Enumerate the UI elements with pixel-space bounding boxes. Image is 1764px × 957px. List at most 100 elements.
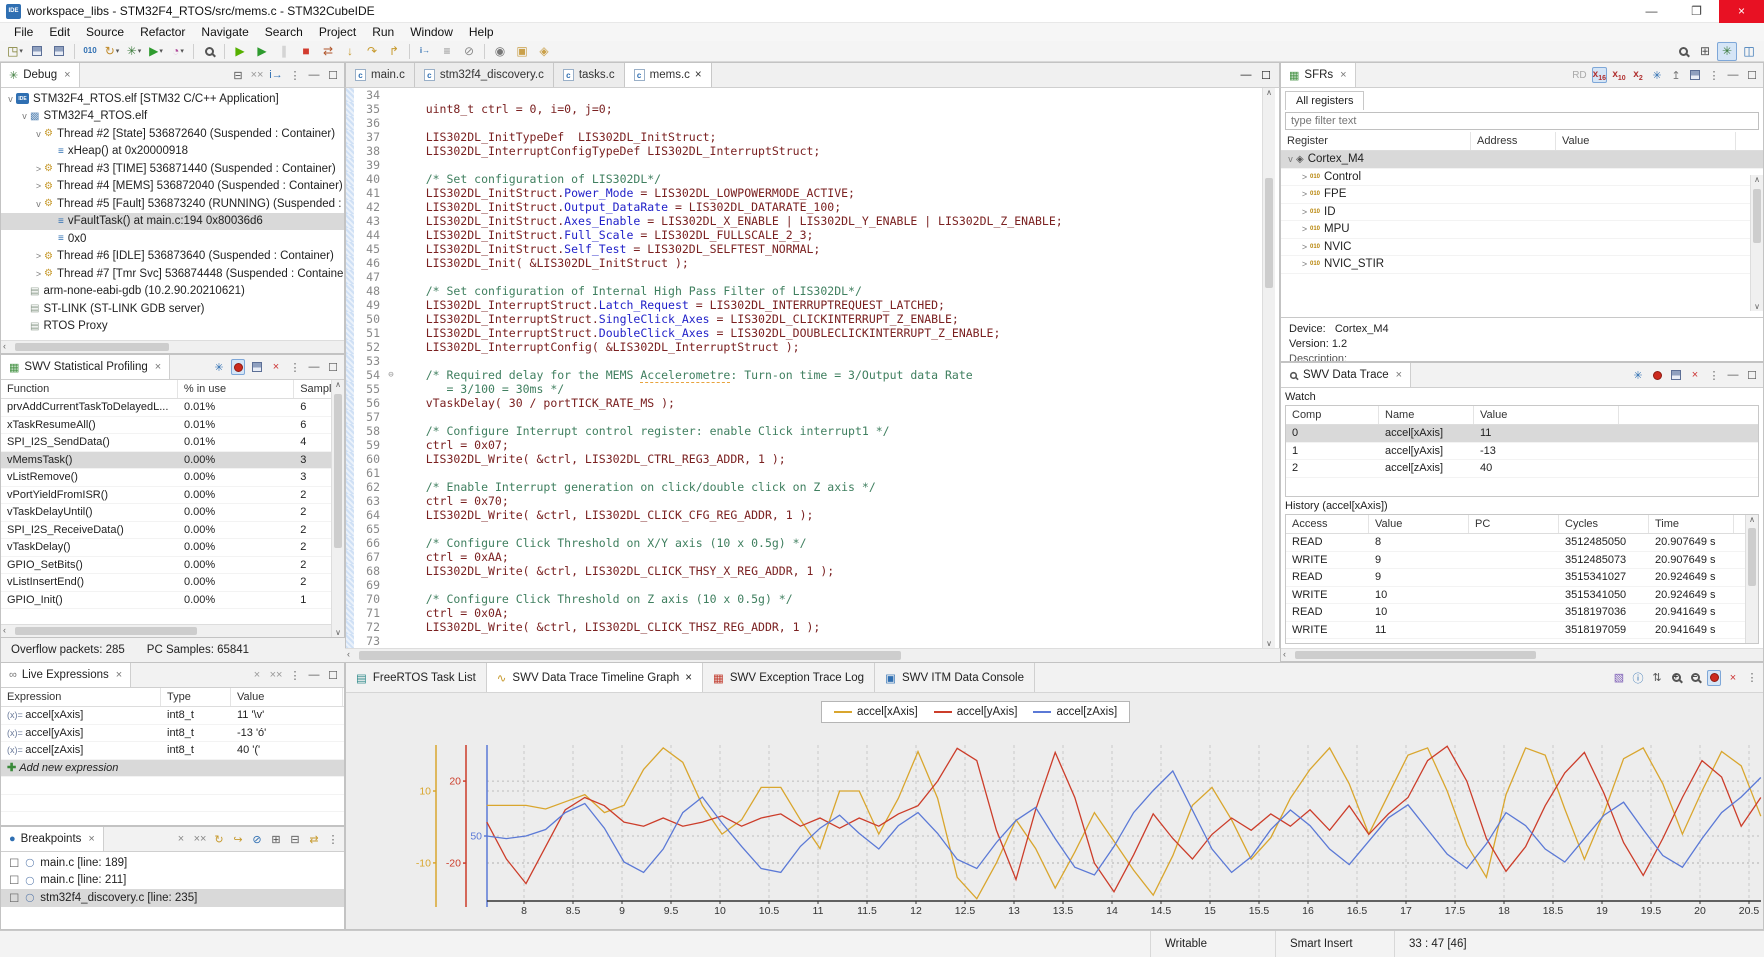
live-expression-row[interactable]: (x)= accel[xAxis]int8_t11 '\v' <box>1 707 344 725</box>
close-icon[interactable]: × <box>1340 69 1346 81</box>
debug-tree-node[interactable]: ≡xHeap() at 0x20000918 <box>1 143 344 161</box>
terminate-icon[interactable]: ■ <box>296 42 316 61</box>
editor-line[interactable]: 60 LIS302DL_Write( &ctrl, LIS302DL_CTRL_… <box>346 452 1279 466</box>
minimize-icon[interactable]: — <box>307 67 321 83</box>
editor-line[interactable]: 66 /* Configure Click Threshold on X/Y a… <box>346 536 1279 550</box>
minimize-icon[interactable]: — <box>1726 367 1740 383</box>
datatrace-hscrollbar[interactable]: ‹ <box>1281 648 1763 661</box>
editor-line[interactable]: 59 ctrl = 0x07; <box>346 438 1279 452</box>
column-header-expression[interactable]: Expression <box>1 688 161 706</box>
debug-tree-node[interactable]: ≡vFaultTask() at main.c:194 0x80036d6 <box>1 213 344 231</box>
history-row[interactable]: READ9351534102720.924649 s <box>1286 569 1758 587</box>
expand-icon[interactable]: > <box>1299 189 1310 199</box>
editor-line[interactable]: 41 LIS302DL_InitStruct.Power_Mode = LIS3… <box>346 186 1279 200</box>
minimize-icon[interactable]: — <box>307 667 321 683</box>
column-header-value[interactable]: Value <box>1369 515 1469 533</box>
collapse-all-icon[interactable]: ⊟ <box>231 67 245 83</box>
expand-all-icon[interactable]: ⊞ <box>269 831 283 847</box>
profiling-row[interactable]: vListRemove()0.00%3 <box>1 469 344 487</box>
debug-tree-node[interactable]: v⚙Thread #2 [State] 536872640 (Suspended… <box>1 125 344 143</box>
profile-icon[interactable]: ◔▾ <box>168 42 188 61</box>
view-menu-icon[interactable]: ⋮ <box>288 67 302 83</box>
editor-line[interactable]: 44 LIS302DL_InitStruct.Full_Scale = LIS3… <box>346 228 1279 242</box>
close-graph-icon[interactable]: × <box>1726 670 1740 686</box>
editor-line[interactable]: 56 vTaskDelay( 30 / portTICK_RATE_MS ); <box>346 396 1279 410</box>
profiling-row[interactable]: SPI_I2S_ReceiveData()0.00%2 <box>1 522 344 540</box>
start-trace-icon[interactable] <box>231 359 245 375</box>
editor-line[interactable]: 64 LIS302DL_Write( &ctrl, LIS302DL_CLICK… <box>346 508 1279 522</box>
column-header-value[interactable]: Value <box>231 688 343 706</box>
editor-tab-tasks-c[interactable]: ctasks.c <box>554 63 625 87</box>
profiling-row[interactable]: vListInsertEnd()0.00%2 <box>1 574 344 592</box>
collapse-icon[interactable]: v <box>1285 154 1296 164</box>
editor-line[interactable]: 37 LIS302DL_InitTypeDef LIS302DL_InitStr… <box>346 130 1279 144</box>
menu-search[interactable]: Search <box>257 25 311 39</box>
chart-canvas[interactable]: 10-1020-205088.599.51010.51111.51212.513… <box>346 693 1763 917</box>
step-into-icon[interactable]: ↓ <box>340 42 360 61</box>
tab-sfrs[interactable]: ▦ SFRs × <box>1281 63 1356 87</box>
add-expression-row[interactable]: ✚ Add new expression <box>1 760 344 778</box>
history-row[interactable]: WRITE10351534105020.924649 s <box>1286 587 1758 605</box>
debug-tree-node[interactable]: ▤RTOS Proxy <box>1 318 344 336</box>
minimize-button[interactable]: — <box>1629 0 1674 23</box>
view-menu-icon[interactable]: ⋮ <box>326 831 340 847</box>
step-over-icon[interactable]: ↷ <box>362 42 382 61</box>
save-icon[interactable] <box>27 42 47 61</box>
sfr-tree-node[interactable]: >010FPE <box>1281 186 1763 204</box>
maximize-icon[interactable]: ☐ <box>1745 367 1759 383</box>
editor-line[interactable]: 52 LIS302DL_InterruptConfig( &LIS302DL_I… <box>346 340 1279 354</box>
remove-all-icon[interactable]: × <box>269 359 283 375</box>
profiling-row[interactable]: vMemsTask()0.00%3 <box>1 452 344 470</box>
maximize-icon[interactable]: ☐ <box>1259 67 1273 83</box>
expand-icon[interactable]: > <box>33 269 44 279</box>
collapse-icon[interactable]: v <box>5 94 16 104</box>
editor-line[interactable]: 55 = 3/100 = 30ms */ <box>346 382 1279 396</box>
editor-line[interactable]: 58 /* Configure Interrupt control regist… <box>346 424 1279 438</box>
menu-source[interactable]: Source <box>78 25 132 39</box>
expand-icon[interactable]: > <box>33 181 44 191</box>
export-icon[interactable]: ↥ <box>1669 67 1683 83</box>
breakpoint-item[interactable]: ☐◯stm32f4_discovery.c [line: 235] <box>1 889 344 907</box>
menu-navigate[interactable]: Navigate <box>193 25 256 39</box>
skip-all-breakpoints-icon[interactable]: ▶ <box>252 42 272 61</box>
debug-tree-node[interactable]: v▩STM32F4_RTOS.elf <box>1 108 344 126</box>
bottom-tab-swv-exception-trace-log[interactable]: ▦SWV Exception Trace Log <box>703 663 875 692</box>
configure-trace-icon[interactable]: ✳ <box>1631 367 1645 383</box>
editor-line[interactable]: 47 <box>346 270 1279 284</box>
editor-line[interactable]: 72 LIS302DL_Write( &ctrl, LIS302DL_CLICK… <box>346 620 1279 634</box>
dec-radix-button[interactable]: x10 <box>1612 67 1626 83</box>
expand-icon[interactable]: > <box>1299 242 1310 252</box>
hex-radix-button[interactable]: x16 <box>1592 67 1607 83</box>
minimize-icon[interactable]: — <box>1726 67 1740 83</box>
debug-tree-node[interactable]: >⚙Thread #4 [MEMS] 536872040 (Suspended … <box>1 178 344 196</box>
breakpoint-checkbox[interactable]: ☐ <box>9 873 19 887</box>
profiling-hscrollbar[interactable]: ‹ <box>1 624 331 637</box>
flash-download-icon[interactable]: ↻▾ <box>102 42 122 61</box>
editor-line[interactable]: 71 ctrl = 0x0A; <box>346 606 1279 620</box>
close-icon[interactable]: × <box>116 669 122 681</box>
minimize-icon[interactable]: — <box>1239 67 1253 83</box>
editor-line[interactable]: 51 LIS302DL_InterruptStruct.DoubleClick_… <box>346 326 1279 340</box>
editor-line[interactable]: 38 LIS302DL_InterruptConfigTypeDef LIS30… <box>346 144 1279 158</box>
menu-file[interactable]: File <box>6 25 41 39</box>
collapse-icon[interactable]: v <box>33 129 44 139</box>
editor-line[interactable]: 73 <box>346 634 1279 648</box>
editor-line[interactable]: 62 /* Enable Interrupt generation on cli… <box>346 480 1279 494</box>
editor-line[interactable]: 67 ctrl = 0xAA; <box>346 550 1279 564</box>
go-to-file-icon[interactable]: ↪ <box>231 831 245 847</box>
save-trace-icon[interactable] <box>250 359 264 375</box>
debug-perspective-icon[interactable]: ✳ <box>1717 42 1737 61</box>
editor-line[interactable]: 49 LIS302DL_InterruptStruct.Latch_Reques… <box>346 298 1279 312</box>
resume-icon[interactable]: ▶ <box>230 42 250 61</box>
menu-edit[interactable]: Edit <box>41 25 78 39</box>
menu-window[interactable]: Window <box>402 25 461 39</box>
debug-tree-node[interactable]: >⚙Thread #7 [Tmr Svc] 536874448 (Suspend… <box>1 265 344 283</box>
maximize-button[interactable]: ❐ <box>1674 0 1719 23</box>
collapse-icon[interactable]: v <box>19 111 30 121</box>
configure-trace-icon[interactable]: ✳ <box>212 359 226 375</box>
column-header-time[interactable]: Time <box>1649 515 1734 533</box>
profiling-row[interactable]: GPIO_Init()0.00%1 <box>1 592 344 610</box>
view-menu-icon[interactable]: ⋮ <box>1745 670 1759 686</box>
expand-icon[interactable]: > <box>1299 172 1310 182</box>
watch-row[interactable]: 2accel[zAxis]40 <box>1286 460 1758 478</box>
